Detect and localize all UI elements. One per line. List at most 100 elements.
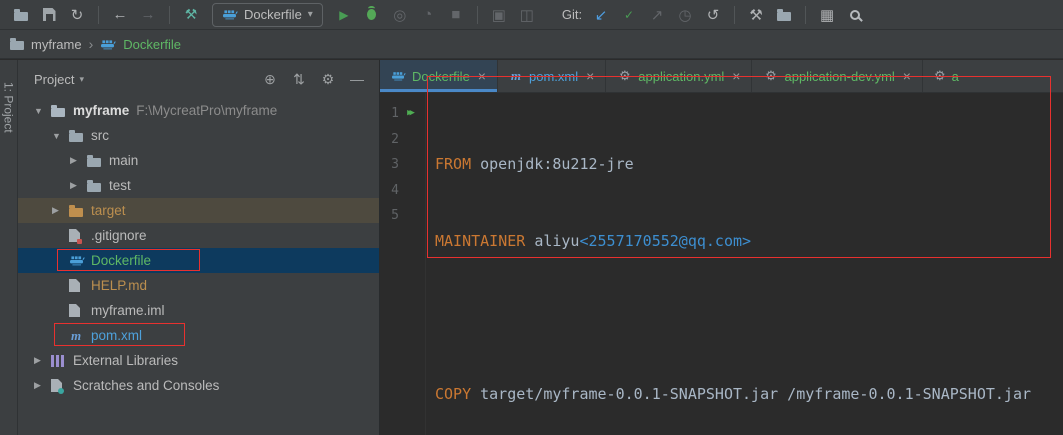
folder-icon xyxy=(69,133,83,142)
tree-item-test[interactable]: ▶ test xyxy=(18,173,379,198)
git-commit-button[interactable]: ✓ xyxy=(616,3,642,27)
docker-icon xyxy=(391,70,406,82)
tree-item-myframe-iml[interactable]: myframe.iml xyxy=(18,298,379,323)
git-push-button[interactable]: ↗ xyxy=(644,3,670,27)
forward-button[interactable]: → xyxy=(135,3,161,27)
clock-icon: ◷ xyxy=(679,6,692,24)
main-toolbar: ↻ ← → ⚒ Dockerfile ▾ ▶ ◎ ◔ ■ ▣ ◫ Git: ↙ … xyxy=(0,0,1063,30)
project-structure-button[interactable] xyxy=(771,3,797,27)
code-line xyxy=(435,305,1031,331)
code-keyword: FROM xyxy=(435,155,471,173)
git-rollback-button[interactable]: ↺ xyxy=(700,3,726,27)
tree-item-scratches[interactable]: ▶ Scratches and Consoles xyxy=(18,373,379,398)
sync-button[interactable]: ↻ xyxy=(64,3,90,27)
tree-item-label: src xyxy=(91,128,109,143)
chevron-right-icon[interactable]: ▶ xyxy=(70,180,87,191)
profiler-button[interactable]: ◔ xyxy=(415,3,441,27)
attach-icon: ▣ xyxy=(492,6,506,24)
chevron-right-icon[interactable]: ▶ xyxy=(34,380,51,391)
back-button[interactable]: ← xyxy=(107,3,133,27)
tab-partial[interactable]: ⚙ a xyxy=(923,60,963,92)
tree-item-label: .gitignore xyxy=(91,228,147,243)
code-email-link[interactable]: <2557170552@qq.com> xyxy=(579,232,751,250)
git-label: Git: xyxy=(562,7,582,22)
toolbar-separator xyxy=(98,6,99,24)
tree-item-gitignore[interactable]: .gitignore xyxy=(18,223,379,248)
tree-item-label: main xyxy=(109,153,138,168)
git-history-button[interactable]: ◷ xyxy=(672,3,698,27)
window-layout-button[interactable]: ▦ xyxy=(814,3,840,27)
left-tool-strip: 1: Project xyxy=(0,60,18,435)
code-content[interactable]: FROMopenjdk:8u212-jre MAINTAINERaliyu<25… xyxy=(426,93,1031,435)
run-config-label: Dockerfile xyxy=(244,7,302,22)
chevron-down-icon[interactable]: ▾ xyxy=(79,74,84,85)
debug-button[interactable] xyxy=(359,3,385,27)
folder-settings-icon xyxy=(777,12,791,21)
tree-item-dockerfile[interactable]: Dockerfile xyxy=(18,248,379,273)
editor-body[interactable]: 1 ▶▶ 2 3 4 5 xyxy=(380,93,1063,435)
chevron-down-icon[interactable]: ▼ xyxy=(52,131,69,141)
project-panel-title[interactable]: Project xyxy=(34,72,74,87)
coverage-button[interactable]: ◎ xyxy=(387,3,413,27)
tree-item-target[interactable]: ▶ target xyxy=(18,198,379,223)
run-config-selector[interactable]: Dockerfile ▾ xyxy=(212,3,323,27)
tree-item-help-md[interactable]: HELP.md xyxy=(18,273,379,298)
tab-label: a xyxy=(952,69,959,84)
tab-application-dev-yml[interactable]: ⚙ application-dev.yml × xyxy=(752,60,923,92)
tab-close-icon[interactable]: × xyxy=(586,68,594,84)
restart-button[interactable]: ◫ xyxy=(514,3,540,27)
toolbar-separator xyxy=(169,6,170,24)
gutter-row: 5 xyxy=(380,203,425,229)
locate-file-icon[interactable]: ⊕ xyxy=(258,71,282,88)
tab-dockerfile[interactable]: Dockerfile × xyxy=(380,60,498,92)
layout-icon: ◫ xyxy=(520,6,534,24)
undo-icon: ↺ xyxy=(707,6,720,24)
tab-application-yml[interactable]: ⚙ application.yml × xyxy=(606,60,752,92)
build-project-button[interactable]: ⚒ xyxy=(178,3,204,27)
run-button[interactable]: ▶ xyxy=(331,3,357,27)
line-number: 3 xyxy=(383,152,399,178)
open-project-button[interactable] xyxy=(8,3,34,27)
toolbar-separator xyxy=(734,6,735,24)
code-line: MAINTAINERaliyu<2557170552@qq.com> xyxy=(435,229,1031,255)
editor-gutter: 1 ▶▶ 2 3 4 5 xyxy=(380,93,426,435)
tree-item-external-libraries[interactable]: ▶ External Libraries xyxy=(18,348,379,373)
chevron-right-icon[interactable]: ▶ xyxy=(52,205,69,216)
tab-close-icon[interactable]: × xyxy=(478,68,486,84)
wrench-icon: ⚒ xyxy=(749,6,762,24)
tab-close-icon[interactable]: × xyxy=(903,68,911,84)
settings-gear-icon[interactable]: ⚙ xyxy=(316,71,340,88)
breadcrumb-project[interactable]: myframe xyxy=(31,37,82,52)
chevron-right-icon[interactable]: ▶ xyxy=(70,155,87,166)
attach-button[interactable]: ▣ xyxy=(486,3,512,27)
arrow-right-icon: → xyxy=(141,6,156,23)
yaml-file-icon: ⚙ xyxy=(763,68,778,84)
excluded-folder-icon xyxy=(69,208,83,217)
search-icon xyxy=(850,10,860,20)
folder-icon xyxy=(14,12,28,21)
tab-label: application-dev.yml xyxy=(784,69,894,84)
tree-item-src[interactable]: ▼ src xyxy=(18,123,379,148)
tools-button[interactable]: ⚒ xyxy=(743,3,769,27)
code-keyword: COPY xyxy=(435,385,471,403)
project-tool-window-button[interactable]: 1: Project xyxy=(2,82,16,435)
tree-item-myframe[interactable]: ▼ myframe F:\MycreatPro\myframe xyxy=(18,98,379,123)
chevron-right-icon[interactable]: ▶ xyxy=(34,355,51,366)
stop-button[interactable]: ■ xyxy=(443,3,469,27)
hide-panel-icon[interactable]: — xyxy=(345,71,369,87)
line-number: 5 xyxy=(383,203,399,229)
search-everywhere-button[interactable] xyxy=(842,3,868,27)
git-update-button[interactable]: ↙ xyxy=(588,3,614,27)
view-options-icon[interactable]: ⇅ xyxy=(287,71,311,88)
tab-close-icon[interactable]: × xyxy=(732,68,740,84)
run-line-icon[interactable]: ▶▶ xyxy=(399,101,423,127)
code-text: aliyu xyxy=(534,232,579,250)
tree-item-pom-xml[interactable]: m pom.xml xyxy=(18,323,379,348)
tab-pom-xml[interactable]: m pom.xml × xyxy=(498,60,606,92)
line-number: 2 xyxy=(383,127,399,153)
line-number: 1 xyxy=(383,101,399,127)
save-all-button[interactable] xyxy=(36,3,62,27)
tree-item-main[interactable]: ▶ main xyxy=(18,148,379,173)
chevron-down-icon[interactable]: ▼ xyxy=(34,106,51,116)
breadcrumb-file[interactable]: Dockerfile xyxy=(123,37,181,52)
